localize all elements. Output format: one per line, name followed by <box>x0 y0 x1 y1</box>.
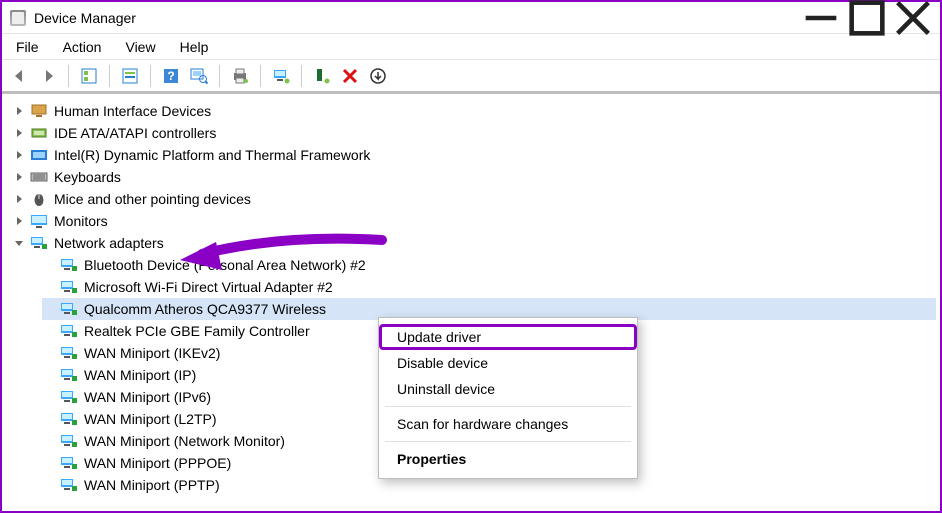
app-icon <box>10 10 26 26</box>
menu-action[interactable]: Action <box>53 37 112 57</box>
hid-icon <box>30 103 48 119</box>
tree-category[interactable]: Intel(R) Dynamic Platform and Thermal Fr… <box>12 144 936 166</box>
ctx-scan-hardware[interactable]: Scan for hardware changes <box>379 411 637 437</box>
tree-label: WAN Miniport (L2TP) <box>84 411 217 427</box>
tree-spacer <box>42 346 56 360</box>
chevron-down-icon[interactable] <box>12 236 26 250</box>
ide-icon <box>30 125 48 141</box>
back-button[interactable] <box>8 64 32 88</box>
tree-label: WAN Miniport (IKEv2) <box>84 345 220 361</box>
tree-category[interactable]: Mice and other pointing devices <box>12 188 936 210</box>
intel-icon <box>30 147 48 163</box>
print-icon[interactable] <box>228 64 252 88</box>
toolbar: ? <box>2 60 940 94</box>
tree-label: Human Interface Devices <box>54 103 211 119</box>
ctx-separator <box>385 441 631 442</box>
ctx-update-driver[interactable]: Update driver <box>379 324 637 350</box>
network-adapter-icon <box>60 411 78 427</box>
ctx-properties[interactable]: Properties <box>379 446 637 472</box>
tree-spacer <box>42 456 56 470</box>
annotation-arrow <box>172 232 392 272</box>
chevron-right-icon[interactable] <box>12 214 26 228</box>
uninstall-device-icon[interactable] <box>338 64 362 88</box>
close-button[interactable] <box>890 3 936 33</box>
tree-label: Monitors <box>54 213 108 229</box>
tree-spacer <box>42 324 56 338</box>
tree-spacer <box>42 258 56 272</box>
tree-label: Intel(R) Dynamic Platform and Thermal Fr… <box>54 147 370 163</box>
network-adapter-icon <box>30 235 48 251</box>
properties-button[interactable] <box>118 64 142 88</box>
help-icon[interactable]: ? <box>159 64 183 88</box>
tree-category[interactable]: Keyboards <box>12 166 936 188</box>
network-adapter-icon <box>60 389 78 405</box>
titlebar: Device Manager <box>2 2 940 34</box>
tree-label: WAN Miniport (PPPOE) <box>84 455 231 471</box>
network-adapter-icon <box>60 367 78 383</box>
tree-spacer <box>42 368 56 382</box>
network-adapter-icon <box>60 279 78 295</box>
scan-hardware-button[interactable] <box>187 64 211 88</box>
tree-label: Network adapters <box>54 235 164 251</box>
chevron-right-icon[interactable] <box>12 170 26 184</box>
ctx-separator <box>385 406 631 407</box>
keyboard-icon <box>30 169 48 185</box>
tree-device[interactable]: Microsoft Wi-Fi Direct Virtual Adapter #… <box>42 276 936 298</box>
disable-device-icon[interactable] <box>366 64 390 88</box>
show-hide-tree-button[interactable] <box>77 64 101 88</box>
tree-label: Realtek PCIe GBE Family Controller <box>84 323 310 339</box>
tree-label: Microsoft Wi-Fi Direct Virtual Adapter #… <box>84 279 333 295</box>
maximize-button[interactable] <box>844 3 890 33</box>
network-adapter-icon <box>60 323 78 339</box>
minimize-button[interactable] <box>798 3 844 33</box>
tree-spacer <box>42 302 56 316</box>
tree-spacer <box>42 434 56 448</box>
tree-category[interactable]: Monitors <box>12 210 936 232</box>
network-adapter-icon <box>60 345 78 361</box>
network-adapter-icon <box>60 455 78 471</box>
chevron-right-icon[interactable] <box>12 148 26 162</box>
tree-label: WAN Miniport (Network Monitor) <box>84 433 285 449</box>
tree-spacer <box>42 280 56 294</box>
chevron-right-icon[interactable] <box>12 126 26 140</box>
forward-button[interactable] <box>36 64 60 88</box>
mouse-icon <box>30 191 48 207</box>
chevron-right-icon[interactable] <box>12 104 26 118</box>
tree-category[interactable]: Human Interface Devices <box>12 100 936 122</box>
tree-category[interactable]: IDE ATA/ATAPI controllers <box>12 122 936 144</box>
tree-spacer <box>42 390 56 404</box>
tree-label: WAN Miniport (PPTP) <box>84 477 220 493</box>
tree-label: Qualcomm Atheros QCA9377 Wireless <box>84 301 326 317</box>
svg-text:?: ? <box>167 69 174 83</box>
menu-view[interactable]: View <box>115 37 165 57</box>
tree-label: IDE ATA/ATAPI controllers <box>54 125 216 141</box>
enable-device-icon[interactable] <box>310 64 334 88</box>
ctx-disable-device[interactable]: Disable device <box>379 350 637 376</box>
tree-category-network-adapters[interactable]: Network adapters <box>12 232 936 254</box>
chevron-right-icon[interactable] <box>12 192 26 206</box>
tree-spacer <box>42 478 56 492</box>
network-adapter-icon <box>60 257 78 273</box>
tree-label: WAN Miniport (IP) <box>84 367 196 383</box>
monitor-icon <box>30 213 48 229</box>
network-adapter-icon <box>60 433 78 449</box>
context-menu: Update driver Disable device Uninstall d… <box>378 317 638 479</box>
window-title: Device Manager <box>34 10 136 26</box>
tree-label: WAN Miniport (IPv6) <box>84 389 211 405</box>
ctx-uninstall-device[interactable]: Uninstall device <box>379 376 637 402</box>
menu-file[interactable]: File <box>6 37 49 57</box>
network-adapter-icon <box>60 301 78 317</box>
tree-label: Mice and other pointing devices <box>54 191 251 207</box>
menu-help[interactable]: Help <box>170 37 219 57</box>
update-driver-icon[interactable] <box>269 64 293 88</box>
tree-spacer <box>42 412 56 426</box>
network-adapter-icon <box>60 477 78 493</box>
tree-label: Keyboards <box>54 169 121 185</box>
